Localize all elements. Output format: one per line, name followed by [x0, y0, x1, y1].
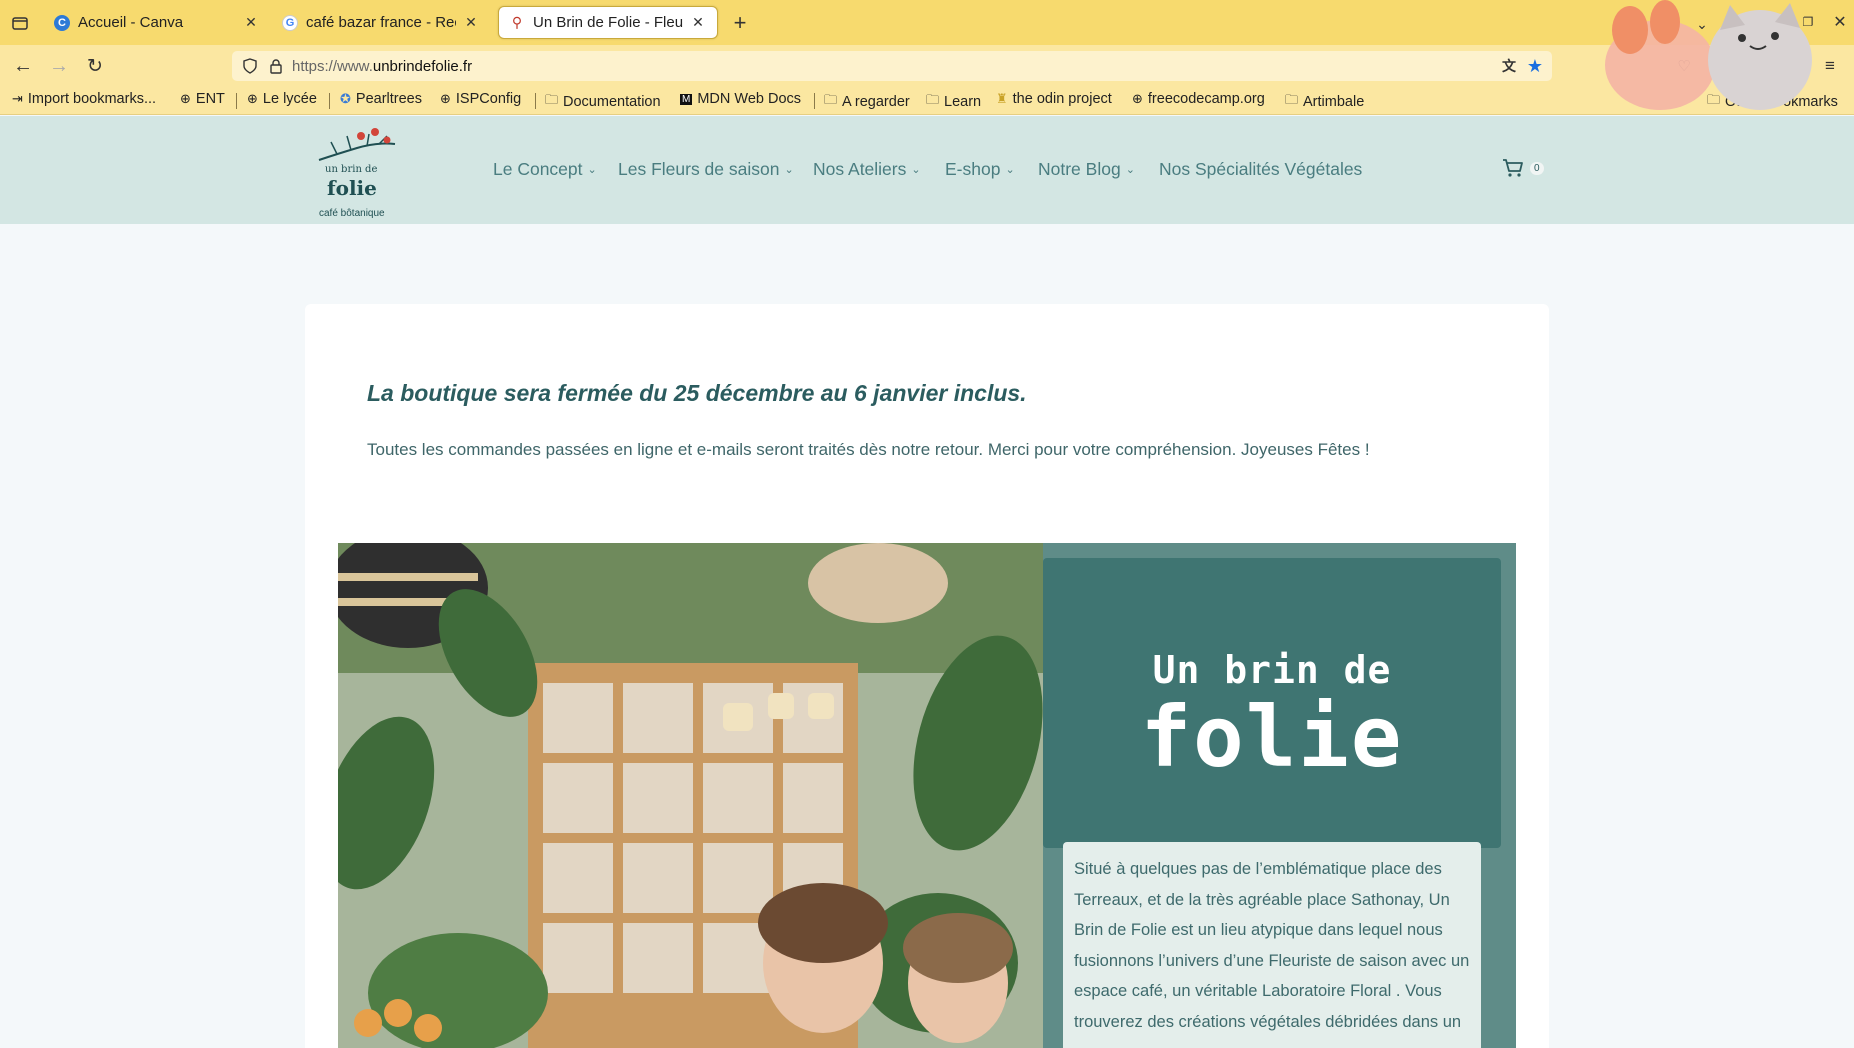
- close-tab-icon[interactable]: ✕: [242, 14, 260, 31]
- bookmark-separator: [814, 93, 815, 109]
- shopping-cart-icon: [1503, 159, 1523, 177]
- folder-icon: 🗀: [545, 92, 559, 107]
- bookmark-star-icon[interactable]: ★: [1524, 55, 1546, 77]
- menu-nos-ateliers[interactable]: Nos Ateliers ⌄: [813, 159, 921, 180]
- chevron-down-icon: ⌄: [587, 164, 597, 176]
- canva-icon: C: [54, 14, 70, 31]
- menu-e-shop[interactable]: E-shop ⌄: [945, 159, 1015, 180]
- bookmark-ent[interactable]: ⊕ ENT: [180, 91, 225, 107]
- cart-count-badge: 0: [1530, 161, 1544, 175]
- close-tab-icon[interactable]: ✕: [462, 14, 480, 31]
- globe-icon: ⊕: [440, 91, 451, 106]
- chevron-down-icon: ⌄: [1005, 164, 1015, 176]
- hero-brand-panel: Un brin de folie: [1043, 558, 1501, 848]
- back-icon[interactable]: ←: [10, 53, 36, 79]
- mdn-icon: M: [680, 93, 693, 105]
- globe-icon: ⊕: [247, 91, 258, 106]
- translate-icon[interactable]: 文: [1498, 55, 1520, 77]
- folder-icon: 🗀: [926, 92, 940, 107]
- new-tab-icon[interactable]: +: [728, 10, 752, 35]
- bookmark-le-lycee[interactable]: ⊕ Le lycée: [247, 91, 317, 107]
- tab-google-search[interactable]: G café bazar france - Recherche ✕: [272, 6, 490, 39]
- bookmark-odin-project[interactable]: ♜ the odin project: [996, 91, 1112, 107]
- reload-icon[interactable]: ↻: [82, 53, 108, 79]
- shop-interior-photo: [338, 543, 1043, 1048]
- tab-overview-icon[interactable]: [8, 11, 32, 35]
- closure-notice-title: La boutique sera fermée du 25 décembre a…: [367, 380, 1027, 406]
- bookmark-a-regarder[interactable]: 🗀 A regarder: [824, 91, 910, 113]
- odin-icon: ♜: [996, 91, 1008, 106]
- folder-icon: 🗀: [824, 92, 838, 107]
- menu-le-concept[interactable]: Le Concept ⌄: [493, 159, 597, 180]
- globe-icon: ⊕: [1132, 91, 1143, 106]
- import-icon: ⇥: [12, 91, 23, 106]
- bookmark-separator: [236, 93, 237, 109]
- bookmark-ispconfig[interactable]: ⊕ ISPConfig: [440, 91, 521, 107]
- chevron-down-icon: ⌄: [784, 164, 794, 176]
- bookmark-import[interactable]: ⇥ Import bookmarks...: [12, 91, 156, 107]
- shield-icon[interactable]: [240, 56, 260, 76]
- close-tab-icon[interactable]: ✕: [689, 14, 707, 31]
- bookmark-artimbale[interactable]: 🗀 Artimbale: [1285, 91, 1364, 113]
- bookmark-documentation[interactable]: 🗀 Documentation: [545, 91, 661, 113]
- tab-unbrindefolie[interactable]: ⚲ Un Brin de Folie - Fleuriste ✕: [498, 6, 718, 39]
- url-text: https://www.unbrindefolie.fr: [292, 58, 473, 75]
- bookmark-learn[interactable]: 🗀 Learn: [926, 91, 981, 113]
- pearltrees-icon: ✪: [340, 91, 351, 106]
- menu-hamburger-icon[interactable]: ≡: [1818, 54, 1842, 78]
- address-bar[interactable]: https://www.unbrindefolie.fr 文 ★: [232, 51, 1552, 81]
- bookmark-separator: [535, 93, 536, 109]
- flower-icon: ⚲: [511, 14, 523, 30]
- closure-notice-text: Toutes les commandes passées en ligne et…: [367, 440, 1370, 459]
- hero-description: Situé à quelques pas de l’emblématique p…: [1063, 842, 1481, 1048]
- theme-cat-mascot-icon: [1605, 0, 1812, 110]
- globe-icon: ⊕: [180, 91, 191, 106]
- menu-fleurs-de-saison[interactable]: Les Fleurs de saison ⌄: [618, 159, 794, 180]
- navigation-toolbar: ← → ↻ https://www.unbrindefolie.fr 文 ★ ♡…: [0, 45, 1854, 85]
- google-icon: G: [282, 14, 298, 31]
- menu-notre-blog[interactable]: Notre Blog ⌄: [1038, 159, 1135, 180]
- forward-icon[interactable]: →: [46, 53, 72, 79]
- branch-logo-icon: [318, 128, 396, 161]
- hero-brand-line2: folie: [1140, 688, 1404, 786]
- menu-specialites-vegetales[interactable]: Nos Spécialités Végétales: [1159, 159, 1362, 180]
- folder-icon: 🗀: [1285, 92, 1299, 107]
- browser-tab-bar: C Accueil - Canva ✕ G café bazar france …: [0, 0, 1854, 45]
- lock-icon[interactable]: [266, 56, 286, 76]
- bookmarks-toolbar: ⇥ Import bookmarks... ⊕ ENT ⊕ Le lycée ✪ Pea…: [0, 85, 1854, 115]
- chevron-down-icon: ⌄: [911, 164, 921, 176]
- bookmark-pearltrees[interactable]: ✪ Pearltrees: [340, 91, 422, 107]
- chevron-down-icon: ⌄: [1125, 164, 1135, 176]
- tab-canva[interactable]: C Accueil - Canva ✕: [44, 6, 270, 39]
- bookmark-mdn[interactable]: M MDN Web Docs: [680, 91, 801, 107]
- hero-brand-line1: Un brin de: [1152, 648, 1392, 692]
- bookmark-freecodecamp[interactable]: ⊕ freecodecamp.org: [1132, 91, 1265, 107]
- bookmark-separator: [329, 93, 330, 109]
- window-close-icon[interactable]: ✕: [1828, 10, 1852, 34]
- site-header: un brin de folie café bôtanique Le Conce…: [0, 116, 1854, 224]
- cart-button[interactable]: 0: [1502, 158, 1544, 178]
- site-logo[interactable]: un brin de folie café bôtanique: [313, 126, 403, 219]
